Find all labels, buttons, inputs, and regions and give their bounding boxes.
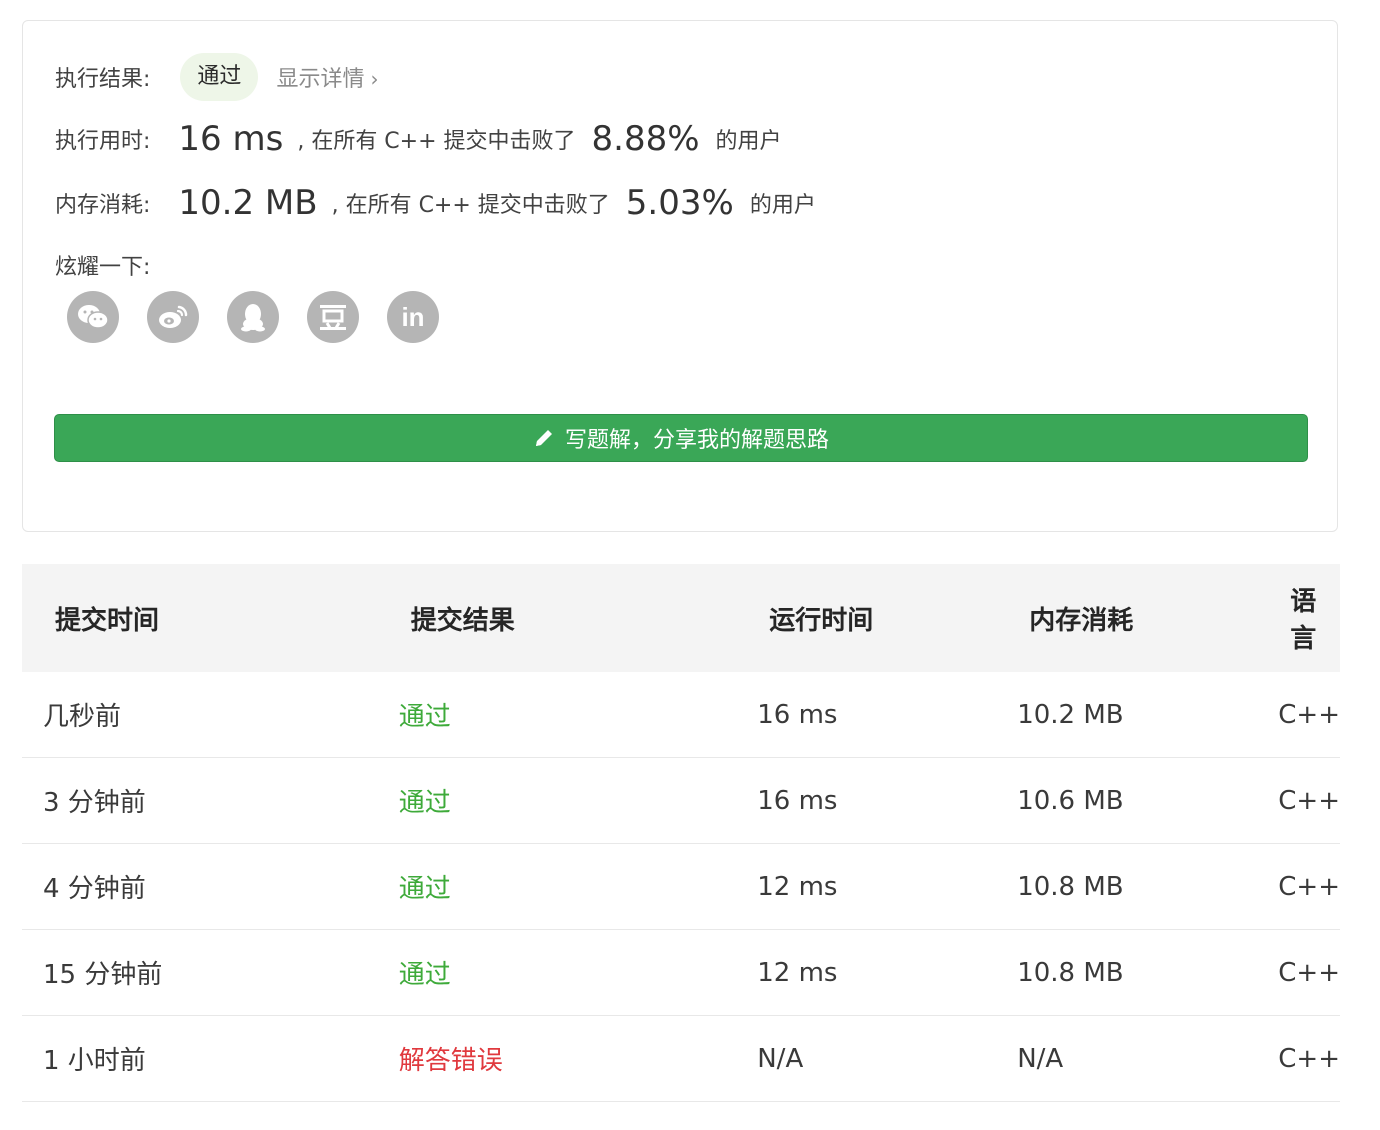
result-link[interactable]: 通过: [399, 788, 451, 818]
result-link[interactable]: 通过: [399, 960, 451, 990]
table-row[interactable]: 4 分钟前 通过 12 ms 10.8 MB C++: [22, 843, 1340, 930]
header-memory[interactable]: 内存消耗: [996, 564, 1257, 672]
cell-runtime: 16 ms: [736, 757, 997, 844]
runtime-suffix: 的用户: [715, 129, 782, 154]
memory-beat-text: , 在所有 C++ 提交中击败了: [331, 193, 610, 218]
write-solution-button[interactable]: 写题解，分享我的解题思路: [54, 414, 1308, 462]
runtime-label: 执行用时:: [55, 129, 151, 154]
table-row[interactable]: 3 分钟前 通过 16 ms 10.6 MB C++: [22, 757, 1340, 844]
result-row: 执行结果: 通过 显示详情 ›: [55, 53, 378, 101]
cell-memory: 10.8 MB: [996, 843, 1258, 930]
table-header-row: 提交时间 提交结果 运行时间 内存消耗 语言: [22, 564, 1340, 672]
cell-language: C++: [1257, 757, 1340, 844]
memory-suffix: 的用户: [749, 193, 816, 218]
linkedin-glyph: in: [401, 301, 425, 332]
header-submit-result[interactable]: 提交结果: [378, 564, 736, 672]
memory-percent: 5.03%: [625, 183, 734, 223]
cell-time: 几秒前: [22, 672, 378, 758]
pencil-icon: [533, 427, 555, 449]
cell-runtime: 16 ms: [736, 672, 997, 758]
cell-time: 1 小时前: [22, 1015, 378, 1102]
cell-time: 4 分钟前: [22, 843, 378, 930]
cell-memory: 10.6 MB: [996, 757, 1258, 844]
table-row[interactable]: 15 分钟前 通过 12 ms 10.8 MB C++: [22, 929, 1340, 1016]
cell-time: 15 分钟前: [22, 929, 378, 1016]
chevron-right-icon: ›: [370, 67, 379, 91]
cell-language: C++: [1257, 1015, 1340, 1102]
header-submit-time[interactable]: 提交时间: [22, 564, 378, 672]
linkedin-icon[interactable]: in: [387, 291, 439, 343]
memory-label: 内存消耗:: [55, 193, 151, 218]
result-link[interactable]: 解答错误: [399, 1046, 503, 1076]
share-row: 炫耀一下:: [55, 249, 150, 281]
result-label: 执行结果:: [55, 67, 151, 92]
cell-runtime: N/A: [736, 1015, 997, 1102]
memory-value: 10.2 MB: [178, 183, 318, 223]
submissions-table: 提交时间 提交结果 运行时间 内存消耗 语言 几秒前 通过 16 ms 10.2…: [22, 564, 1340, 1102]
wechat-icon[interactable]: [67, 291, 119, 343]
douban-icon[interactable]: [307, 291, 359, 343]
weibo-icon[interactable]: [147, 291, 199, 343]
header-language[interactable]: 语言: [1257, 564, 1340, 672]
cell-memory: N/A: [996, 1015, 1258, 1102]
result-card: 执行结果: 通过 显示详情 › 执行用时: 16 ms , 在所有 C++ 提交中…: [22, 20, 1338, 532]
show-details-link[interactable]: 显示详情 ›: [276, 61, 378, 93]
cell-runtime: 12 ms: [736, 843, 997, 930]
cell-runtime: 12 ms: [736, 929, 997, 1016]
cell-time: 3 分钟前: [22, 757, 378, 844]
status-badge: 通过: [180, 53, 259, 101]
table-row[interactable]: 几秒前 通过 16 ms 10.2 MB C++: [22, 672, 1340, 758]
runtime-beat-text: , 在所有 C++ 提交中击败了: [297, 129, 576, 154]
runtime-value: 16 ms: [178, 119, 284, 159]
cell-language: C++: [1257, 929, 1340, 1016]
qq-icon[interactable]: [227, 291, 279, 343]
show-details-label: 显示详情: [276, 67, 365, 92]
cell-memory: 10.8 MB: [996, 929, 1258, 1016]
header-runtime[interactable]: 运行时间: [736, 564, 996, 672]
memory-row: 内存消耗: 10.2 MB , 在所有 C++ 提交中击败了 5.03% 的用户: [55, 183, 816, 223]
result-link[interactable]: 通过: [399, 702, 451, 732]
cell-language: C++: [1257, 843, 1340, 930]
share-icons: in: [67, 291, 439, 343]
runtime-percent: 8.88%: [591, 119, 700, 159]
cell-memory: 10.2 MB: [996, 672, 1258, 758]
table-row[interactable]: 1 小时前 解答错误 N/A N/A C++: [22, 1015, 1340, 1102]
cell-language: C++: [1257, 672, 1340, 758]
result-link[interactable]: 通过: [399, 874, 451, 904]
share-label: 炫耀一下:: [55, 255, 151, 280]
write-solution-label: 写题解，分享我的解题思路: [564, 428, 829, 453]
runtime-row: 执行用时: 16 ms , 在所有 C++ 提交中击败了 8.88% 的用户: [55, 119, 782, 159]
